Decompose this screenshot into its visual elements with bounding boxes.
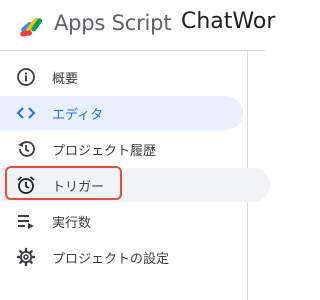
sidebar-item-label: プロジェクト履歴	[52, 143, 157, 159]
top-bar: Apps Script ChatWor	[0, 0, 275, 50]
sidebar-item-overview[interactable]: 概要	[0, 60, 243, 94]
sidebar-item-project-settings[interactable]: プロジェクトの設定	[0, 240, 243, 274]
app-title: Apps Script	[54, 11, 172, 35]
sidebar-item-label: 概要	[52, 71, 79, 87]
sidebar-item-label: プロジェクトの設定	[52, 251, 170, 267]
history-icon	[16, 139, 36, 159]
trigger-highlight-box	[5, 166, 122, 200]
sidebar-item-editor[interactable]: エディタ	[0, 96, 243, 130]
sidebar-item-project-history[interactable]: プロジェクト履歴	[0, 132, 243, 166]
executions-icon	[16, 211, 36, 231]
gear-icon	[16, 247, 36, 267]
info-icon	[16, 67, 36, 87]
sidebar-item-label: 実行数	[52, 215, 92, 231]
code-icon	[16, 103, 36, 123]
apps-script-logo-icon[interactable]	[18, 10, 46, 38]
sidebar-item-executions[interactable]: 実行数	[0, 204, 243, 238]
sidebar-item-label: エディタ	[52, 107, 104, 123]
project-title[interactable]: ChatWor	[181, 9, 275, 34]
header-divider	[0, 50, 265, 51]
